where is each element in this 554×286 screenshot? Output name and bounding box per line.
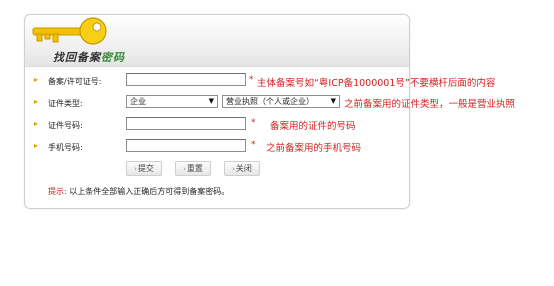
phone-label: 手机号码: [48, 143, 83, 152]
close-button[interactable]: ›关闭 [224, 161, 260, 176]
required-mark: * [251, 118, 256, 128]
required-mark: * [251, 140, 256, 150]
tip-text: 以上条件全部输入正确后方可得到备案密码。 [69, 187, 230, 196]
retrieve-password-panel: 找回备案密码 [24, 14, 410, 209]
chevron-down-icon: ▼ [330, 97, 336, 105]
bullet-icon: ▸ [34, 97, 39, 106]
required-mark: * [249, 75, 254, 85]
reset-button[interactable]: ›重置 [175, 161, 211, 176]
record-number-row: ▸ 备案/许可证号: * 主体备案号如“粤ICP备1000001号”不要横杆后面… [0, 73, 554, 89]
phone-note: 之前备案用的手机号码 [266, 143, 362, 154]
cert-category-select[interactable]: 企业 ▼ [126, 95, 218, 108]
phone-row: ▸ 手机号码: * 之前备案用的手机号码 [0, 139, 554, 155]
cert-type-select[interactable]: 营业执照（个人或企业） ▼ [222, 95, 340, 108]
cert-type-row: ▸ 证件类型: 企业 ▼ 营业执照（个人或企业） ▼ 之前备案用的证件类型，一般… [0, 95, 554, 111]
record-number-note: 主体备案号如“粤ICP备1000001号”不要横杆后面的内容 [257, 78, 496, 89]
cert-category-value: 企业 [130, 97, 146, 106]
tip-message: 提示: 以上条件全部输入正确后方可得到备案密码。 [48, 186, 229, 197]
cert-number-note: 备案用的证件的号码 [270, 121, 356, 132]
submit-button[interactable]: ›提交 [126, 161, 162, 176]
cert-number-row: ▸ 证件号码: * 备案用的证件的号码 [0, 117, 554, 133]
page-title: 找回备案密码 [53, 51, 125, 64]
cert-type-label: 证件类型: [48, 99, 83, 108]
cert-number-input[interactable] [126, 117, 246, 130]
chevron-down-icon: ▼ [208, 97, 214, 105]
close-button-label: 关闭 [235, 164, 252, 173]
cert-number-label: 证件号码: [48, 121, 83, 130]
reset-button-label: 重置 [186, 164, 203, 173]
bullet-icon: ▸ [34, 141, 39, 150]
arrow-right-icon: › [232, 165, 235, 173]
cert-type-note: 之前备案用的证件类型，一般是营业执照 [344, 99, 516, 110]
panel-header: 找回备案密码 [25, 15, 409, 67]
record-number-label: 备案/许可证号: [48, 77, 102, 86]
record-number-input[interactable] [126, 73, 246, 86]
phone-input[interactable] [126, 139, 246, 152]
key-icon [32, 17, 107, 45]
arrow-right-icon: › [183, 165, 186, 173]
tip-label: 提示: [48, 187, 67, 196]
bullet-icon: ▸ [34, 75, 39, 84]
cert-type-value: 营业执照（个人或企业） [226, 97, 314, 106]
submit-button-label: 提交 [137, 164, 154, 173]
bullet-icon: ▸ [34, 119, 39, 128]
arrow-right-icon: › [134, 165, 137, 173]
